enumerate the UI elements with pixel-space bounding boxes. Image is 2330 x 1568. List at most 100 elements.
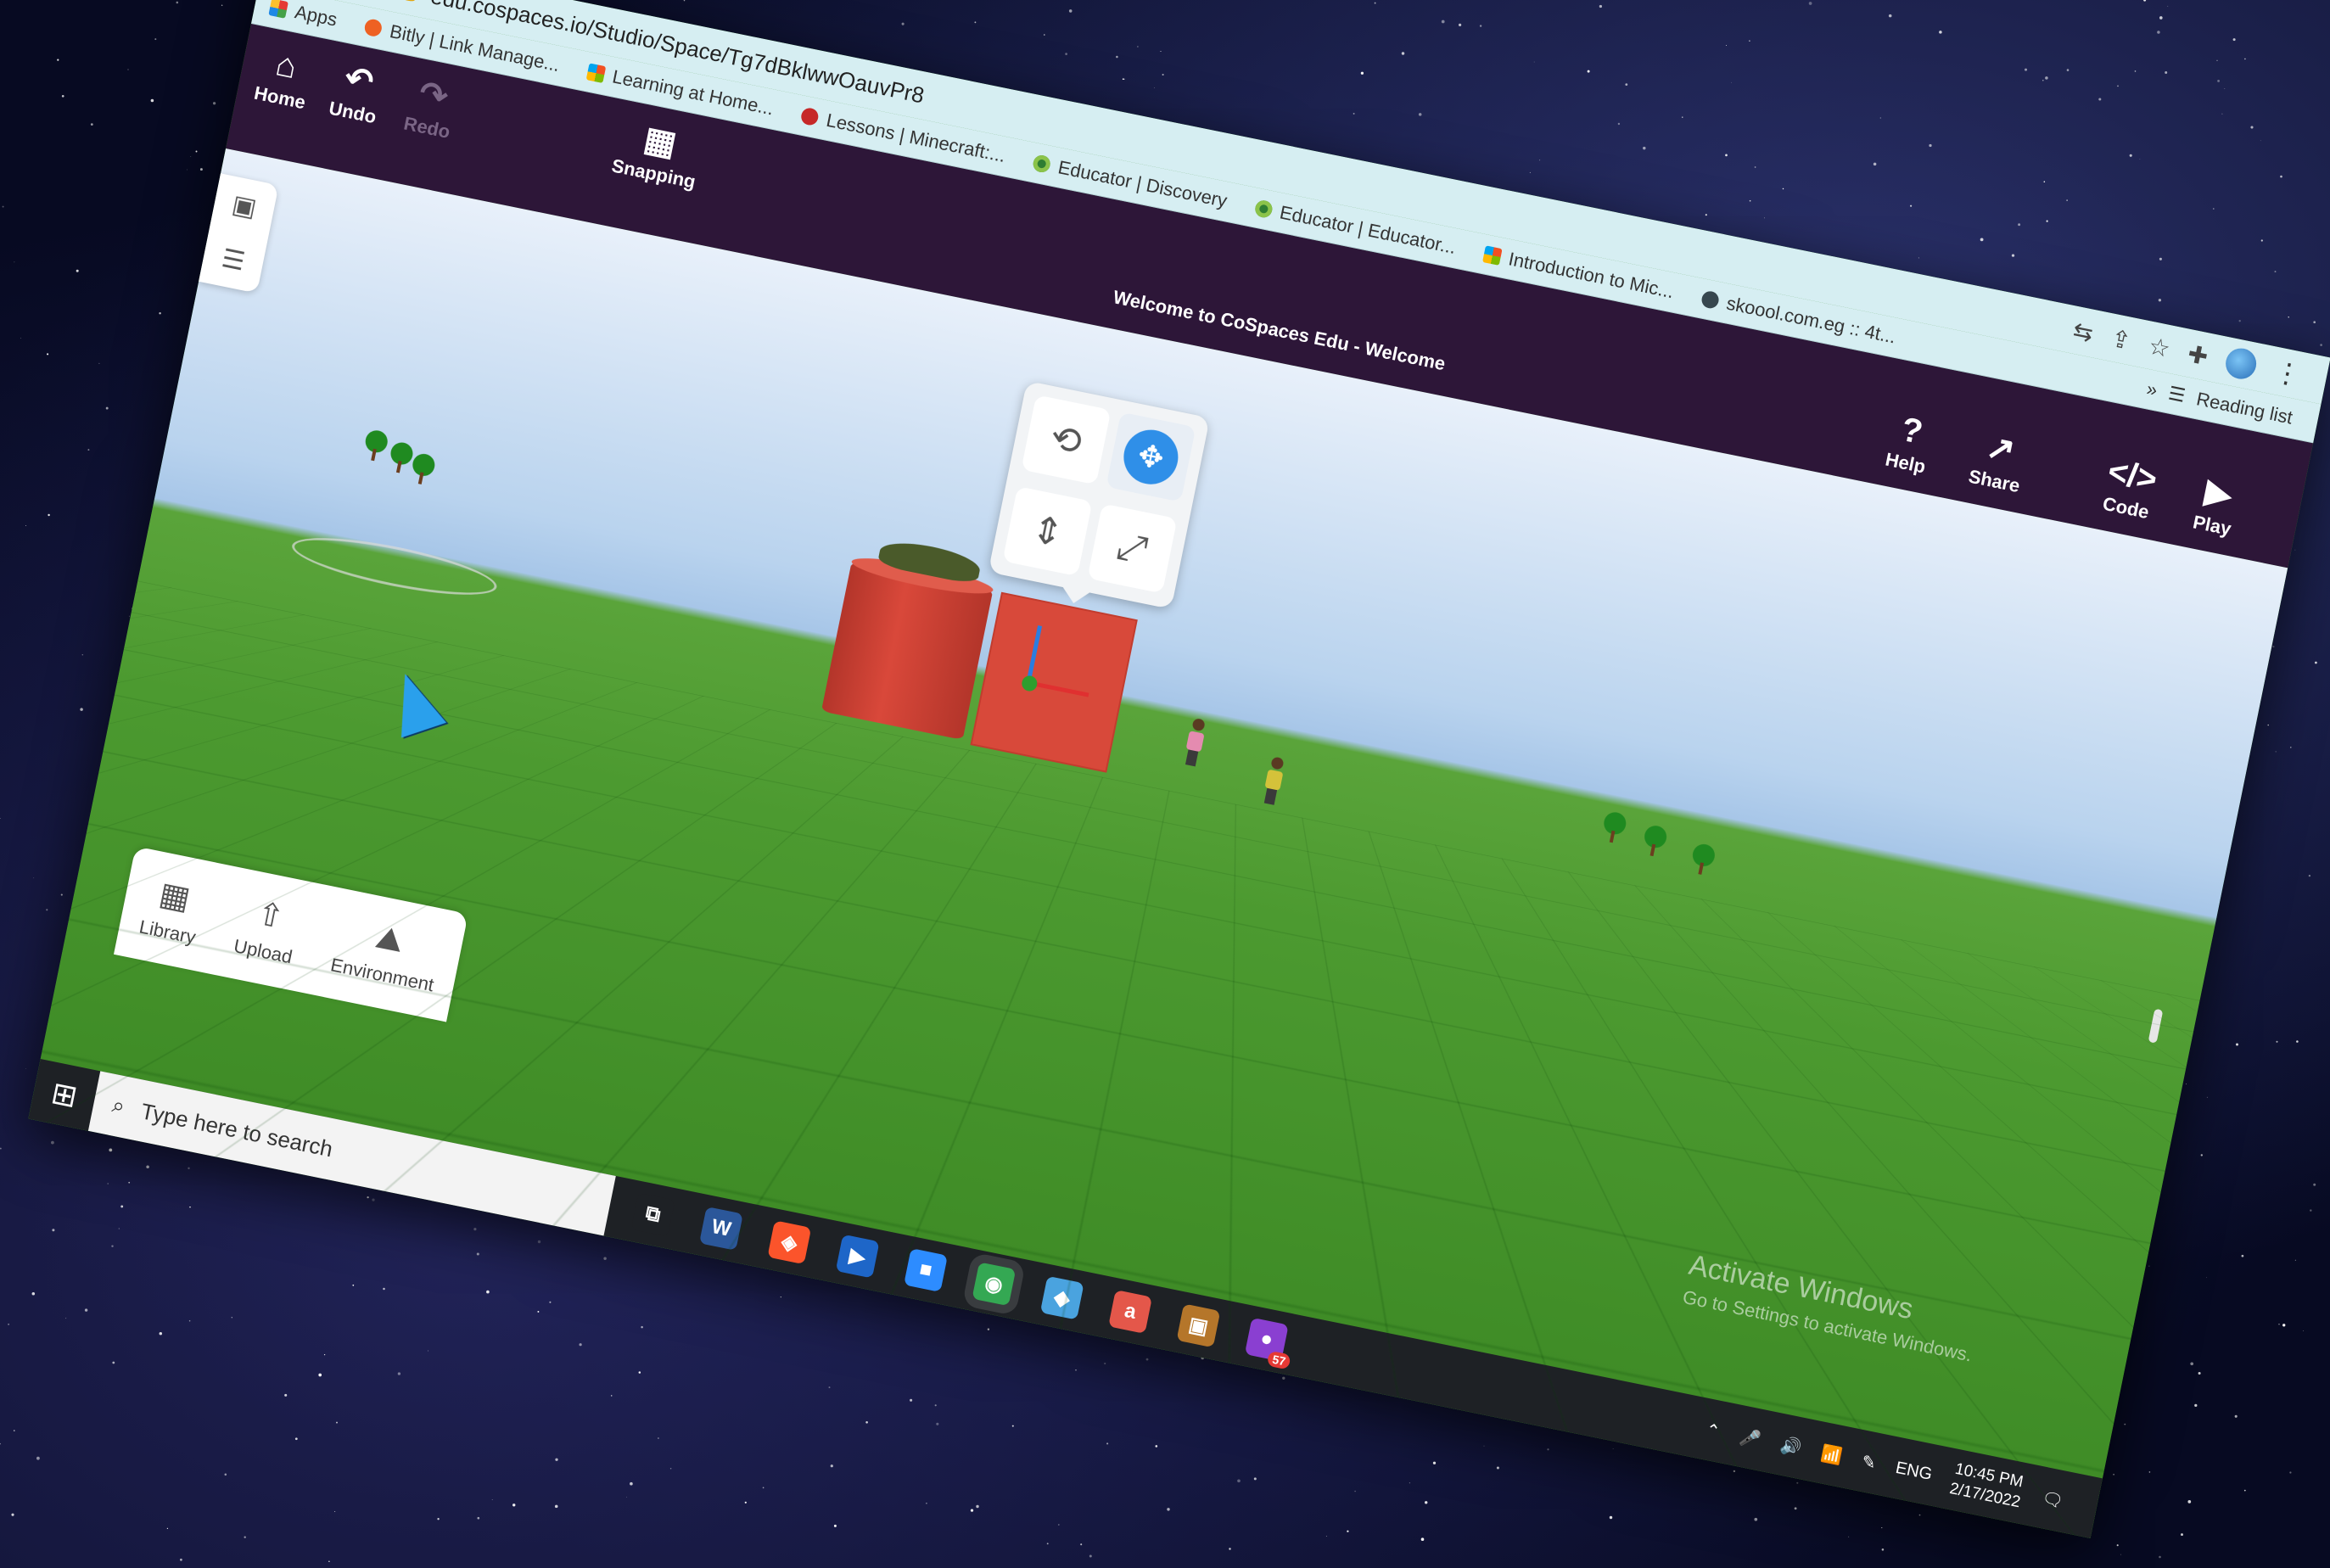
star [2066, 199, 2068, 201]
star [98, 362, 100, 365]
redo-button[interactable]: ↷ Redo [402, 74, 460, 143]
zoom-icon[interactable]: ■ [904, 1248, 948, 1292]
rotate-tool[interactable]: ⟲ [1021, 395, 1112, 485]
star [334, 1511, 336, 1512]
share-page-icon[interactable]: ⇪ [2109, 323, 2134, 355]
star [31, 1291, 36, 1296]
gallery-icon[interactable]: ▣ [229, 189, 259, 223]
windows-icon: ⊞ [48, 1074, 81, 1115]
app-blue-icon[interactable]: ◆ [1039, 1275, 1084, 1320]
star [2159, 1555, 2161, 1559]
star [154, 38, 157, 41]
star [2148, 1265, 2150, 1267]
star [555, 1458, 558, 1461]
play-button[interactable]: ▶ Play [2191, 473, 2241, 540]
star [2236, 1043, 2238, 1046]
app-glyph: ▶ [847, 1243, 868, 1269]
red-cube[interactable] [970, 591, 1138, 773]
star [2124, 1423, 2126, 1425]
star [579, 1343, 582, 1347]
microphone-icon[interactable]: 🎤 [1738, 1425, 1762, 1450]
scale-tool[interactable]: ⤢ [1087, 503, 1178, 594]
library-button[interactable]: ▦ Library [137, 871, 207, 949]
star [976, 1504, 979, 1509]
star [107, 1183, 109, 1184]
more-bookmarks-icon[interactable]: » [2144, 378, 2159, 401]
library-icon: ▦ [156, 876, 193, 917]
app-badge-icon[interactable]: ● 57 [1244, 1317, 1291, 1370]
brave-icon[interactable]: ◈ [767, 1220, 812, 1265]
home-button[interactable]: ⌂ Home [252, 44, 315, 115]
star [109, 1148, 113, 1152]
star [2200, 1154, 2203, 1156]
chrome-icon[interactable]: ◉ [972, 1262, 1017, 1307]
environment-button[interactable]: ⛰ Environment [328, 911, 444, 996]
home-label: Home [252, 81, 308, 114]
wifi-icon[interactable]: 📶 [1819, 1442, 1844, 1466]
object-list-icon[interactable]: ☰ [219, 244, 247, 277]
star [970, 1509, 974, 1512]
chevron-up-icon[interactable]: ⌃ [1704, 1419, 1722, 1442]
star [180, 1558, 182, 1561]
viewport-scrollbar[interactable] [2148, 1008, 2164, 1044]
minecraft-icon [799, 106, 821, 127]
star [1347, 1530, 1349, 1532]
upload-button[interactable]: ⇧ Upload [232, 891, 303, 968]
star [1881, 1527, 1883, 1529]
star [336, 1421, 338, 1424]
star [2159, 257, 2162, 260]
extensions-icon[interactable]: ✚ [2186, 339, 2211, 371]
star [639, 1372, 641, 1374]
clock[interactable]: 10:45 PM 2/17/2022 [1948, 1459, 2026, 1513]
star [512, 1504, 516, 1507]
star [2244, 58, 2246, 60]
star [318, 1373, 322, 1377]
undo-button[interactable]: ↶ Undo [327, 59, 385, 128]
scale-icon: ⤢ [1113, 524, 1151, 572]
character-yellow[interactable] [1262, 756, 1286, 805]
pen-icon[interactable]: ✎ [1860, 1450, 1878, 1474]
app-red-icon[interactable]: a [1108, 1290, 1153, 1334]
star [111, 1245, 114, 1247]
bookmark-star-icon[interactable]: ☆ [2146, 331, 2173, 362]
star [1425, 1501, 1428, 1504]
lift-tool[interactable]: ⇕ [1002, 486, 1093, 577]
star [2194, 1403, 2198, 1408]
microsoft-icon [585, 63, 607, 83]
browser-menu-icon[interactable]: ⋮ [2271, 355, 2305, 392]
star [323, 1353, 326, 1356]
bookmark-apps[interactable]: Apps [268, 0, 339, 31]
star [186, 169, 188, 171]
media-player-icon[interactable]: ▶ [835, 1234, 880, 1279]
star [80, 708, 83, 711]
volume-icon[interactable]: 🔊 [1778, 1434, 1803, 1459]
star [1725, 44, 1728, 47]
translate-icon[interactable]: ⇆ [2070, 316, 2096, 347]
star [105, 406, 109, 410]
upload-label: Upload [232, 934, 294, 967]
move-tool[interactable]: ✥ [1106, 412, 1196, 502]
star [987, 1328, 990, 1330]
star [2139, 159, 2141, 160]
star [166, 1527, 169, 1530]
character-pink[interactable] [1183, 717, 1207, 767]
code-button[interactable]: </> Code [2099, 452, 2160, 524]
notifications-icon[interactable]: 🗨 [2040, 1487, 2065, 1512]
star [2043, 181, 2046, 182]
star [2120, 1554, 2121, 1555]
app-box-icon[interactable]: ▣ [1176, 1303, 1221, 1348]
star [2129, 154, 2132, 157]
profile-avatar[interactable] [2222, 345, 2260, 382]
tree [1690, 842, 1717, 869]
star [1011, 1425, 1014, 1427]
word-icon[interactable]: W [698, 1206, 743, 1251]
language-indicator[interactable]: ENG [1894, 1458, 1934, 1484]
help-button[interactable]: ? Help [1884, 411, 1935, 479]
star [2221, 113, 2223, 115]
share-button[interactable]: ↗ Share [1967, 427, 2030, 497]
snapping-button[interactable]: ▦ Snapping [610, 116, 706, 193]
star [46, 909, 48, 911]
task-view-icon[interactable]: ⧉ [630, 1192, 675, 1237]
star [2224, 87, 2226, 89]
star [1910, 204, 1913, 207]
